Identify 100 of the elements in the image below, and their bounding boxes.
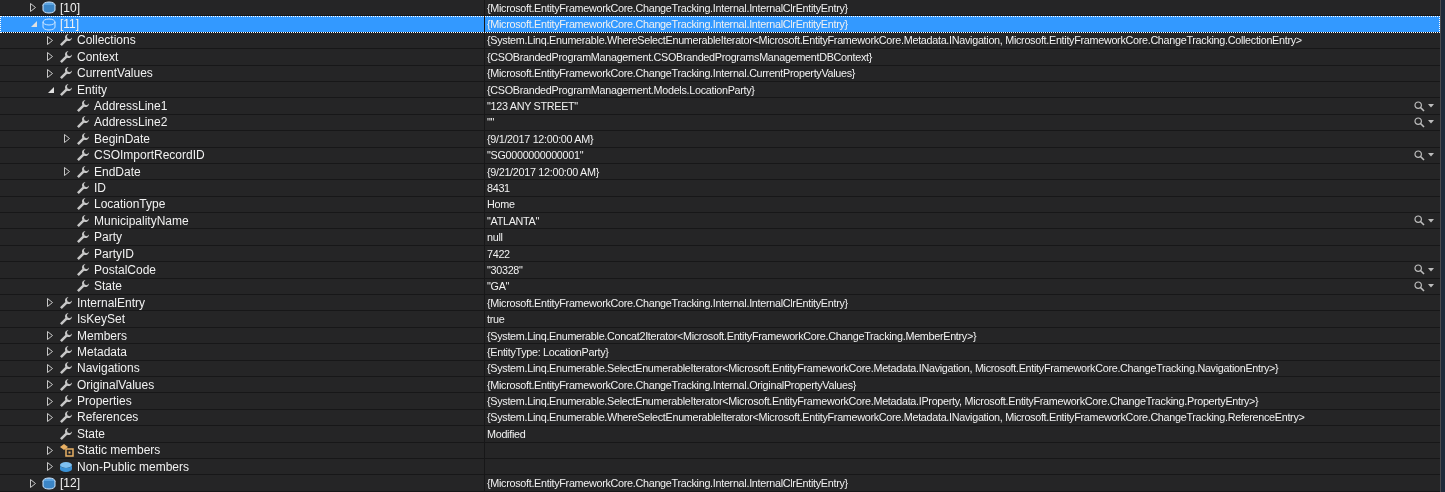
member-value: {System.Linq.Enumerable.WhereSelectEnumerableIterator<Microsoft.EntityFrameworkCore.Metadata.INavigation, Microsoft.EntityFrameworkCore.ChangeTracking.ReferenceEntry> (487, 411, 1305, 424)
member-value: {CSOBrandedProgramManagement.CSOBrandedProgramsManagementDBContext} (487, 50, 872, 63)
wrench-icon (59, 344, 73, 359)
member-name: OriginalValues (77, 377, 155, 392)
member-value: {Microsoft.EntityFrameworkCore.ChangeTracking.Internal.OriginalPropertyValues} (487, 378, 857, 391)
watch-row[interactable]: BeginDate {9/1/2017 12:00:00 AM} (0, 131, 1440, 148)
caret-icon[interactable] (1428, 153, 1434, 158)
search-icon[interactable] (1414, 280, 1425, 292)
collapsed-arrow-icon[interactable] (47, 380, 53, 390)
member-name: Entity (77, 82, 107, 97)
collapsed-arrow-icon[interactable] (47, 331, 53, 340)
search-icon[interactable] (1414, 215, 1425, 227)
member-value: 7422 (487, 247, 510, 260)
wrench-icon (76, 99, 90, 114)
member-name: [12] (60, 476, 80, 490)
watch-row[interactable]: PostalCode "30328" (0, 262, 1440, 279)
watch-row[interactable]: IsKeySet true (0, 311, 1440, 328)
wrench-icon (59, 410, 73, 425)
watch-row[interactable]: ID 8431 (0, 180, 1440, 197)
collapsed-arrow-icon[interactable] (47, 52, 53, 62)
member-value: 8431 (487, 182, 510, 194)
member-name: Members (77, 328, 127, 343)
watch-row[interactable]: Members {System.Linq.Enumerable.Concat2Iterator<Microsoft.EntityFrameworkCore.ChangeTracking.MemberEntry>} (0, 327, 1440, 345)
watch-row[interactable]: Metadata {EntityType: LocationParty} (0, 344, 1440, 361)
wrench-icon (76, 246, 90, 261)
collapsed-arrow-icon[interactable] (47, 363, 53, 373)
collapsed-arrow-icon[interactable] (47, 396, 53, 406)
search-icon[interactable] (1414, 264, 1425, 276)
caret-icon[interactable] (1428, 267, 1434, 272)
collapsed-arrow-icon[interactable] (47, 347, 53, 357)
member-name: EndDate (94, 164, 141, 179)
member-name: State (94, 279, 123, 294)
watch-row[interactable]: InternalEntry {Microsoft.EntityFrameworkCore.ChangeTracking.Internal.InternalClrEntityEntry} (0, 295, 1440, 312)
wrench-icon (59, 312, 73, 327)
member-name: Party (94, 230, 122, 245)
member-value: {System.Linq.Enumerable.Concat2Iterator<Microsoft.EntityFrameworkCore.ChangeTracking.MemberEntry>} (487, 329, 977, 342)
watch-row[interactable]: OriginalValues {Microsoft.EntityFrameworkCore.ChangeTracking.Internal.OriginalPropertyValues} (0, 377, 1440, 394)
collapsed-arrow-icon[interactable] (47, 445, 53, 455)
watch-row[interactable]: Party null (0, 229, 1440, 246)
watch-row[interactable]: LocationType Home (0, 196, 1440, 214)
watch-row[interactable]: Static members (0, 442, 1440, 459)
watch-row[interactable]: CSOImportRecordID "SG0000000000001" (0, 147, 1440, 164)
member-value: Modified (487, 427, 526, 440)
collapsed-arrow-icon[interactable] (47, 68, 53, 78)
watch-row[interactable]: AddressLine2 "" (0, 114, 1440, 132)
wrench-icon (76, 115, 90, 130)
wrench-icon (59, 426, 73, 441)
caret-icon[interactable] (1428, 284, 1434, 289)
member-value: true (487, 313, 505, 326)
member-name: Static members (77, 443, 161, 458)
wrench-icon (59, 394, 73, 409)
member-name: Collections (77, 33, 136, 48)
collapsed-arrow-icon[interactable] (47, 35, 53, 45)
collapsed-arrow-icon[interactable] (47, 462, 53, 472)
watch-row[interactable]: PartyID 7422 (0, 245, 1440, 263)
watch-row[interactable]: State Modified (0, 426, 1440, 443)
collapsed-arrow-icon[interactable] (64, 134, 70, 144)
wrench-icon (59, 49, 73, 64)
watch-row[interactable]: Collections {System.Linq.Enumerable.WhereSelectEnumerableIterator<Microsoft.EntityFrameworkCore.Metadata.INavigation, Microsoft.EntityFrameworkCore.ChangeTracking.CollectionEntry> (0, 32, 1440, 50)
member-name: AddressLine2 (94, 115, 168, 130)
watch-row[interactable]: [12] {Microsoft.EntityFrameworkCore.ChangeTracking.Internal.InternalClrEntityEntry} (0, 475, 1440, 492)
caret-icon[interactable] (1428, 104, 1434, 109)
member-name: Non-Public members (77, 459, 190, 474)
member-name: CurrentValues (77, 66, 153, 81)
collapsed-arrow-icon[interactable] (47, 298, 53, 308)
wrench-icon (59, 361, 73, 376)
member-value: "30328" (487, 263, 523, 276)
collapsed-arrow-icon[interactable] (30, 3, 36, 13)
caret-icon[interactable] (1428, 218, 1434, 223)
collapsed-arrow-icon[interactable] (30, 478, 36, 488)
caret-icon[interactable] (1428, 120, 1434, 125)
watch-row[interactable]: Navigations {System.Linq.Enumerable.SelectEnumerableIterator<Microsoft.EntityFrameworkCore.Metadata.INavigation, Microsoft.EntityFrameworkCore.ChangeTracking.NavigationEntry>} (0, 360, 1440, 377)
member-value: "" (487, 116, 495, 129)
watch-row[interactable]: Entity {CSOBrandedProgramManagement.Models.LocationParty} (0, 81, 1440, 99)
watch-row[interactable]: AddressLine1 "123 ANY STREET" (0, 98, 1440, 115)
search-icon[interactable] (1414, 116, 1425, 128)
watch-row[interactable]: References {System.Linq.Enumerable.WhereSelectEnumerableIterator<Microsoft.EntityFrameworkCore.Metadata.INavigation, Microsoft.EntityFrameworkCore.ChangeTracking.ReferenceEntry> (0, 409, 1440, 427)
search-icon[interactable] (1414, 100, 1425, 112)
watch-row[interactable]: EndDate {9/21/2017 12:00:00 AM} (0, 163, 1440, 181)
watch-row[interactable]: Non-Public members (0, 458, 1440, 476)
watch-row[interactable]: CurrentValues {Microsoft.EntityFrameworkCore.ChangeTracking.Internal.CurrentPropertyValues} (0, 65, 1440, 82)
watch-row[interactable]: State "GA" (0, 278, 1440, 296)
wrench-icon (59, 82, 73, 97)
member-name: Properties (77, 394, 132, 409)
object-icon (42, 17, 56, 31)
member-value: {System.Linq.Enumerable.WhereSelectEnumerableIterator<Microsoft.EntityFrameworkCore.Metadata.INavigation, Microsoft.EntityFrameworkCore.ChangeTracking.CollectionEntry> (487, 34, 1302, 47)
watch-row[interactable]: MunicipalityName "ATLANTA" (0, 213, 1440, 230)
scrollbar[interactable] (1440, 0, 1445, 492)
member-value: Home (487, 198, 515, 211)
member-value: {System.Linq.Enumerable.SelectEnumerableIterator<Microsoft.EntityFrameworkCore.Metadata.IProperty, Microsoft.EntityFrameworkCore.ChangeTracking.PropertyEntry>} (487, 395, 1259, 408)
watch-row[interactable]: Context {CSOBrandedProgramManagement.CSOBrandedProgramsManagementDBContext} (0, 49, 1440, 66)
expanded-arrow-icon[interactable] (47, 85, 55, 94)
collapsed-arrow-icon[interactable] (47, 412, 53, 422)
member-name: BeginDate (94, 131, 151, 146)
search-icon[interactable] (1414, 149, 1425, 161)
member-name: InternalEntry (77, 295, 146, 310)
wrench-icon (76, 230, 90, 245)
object-icon (59, 460, 73, 473)
watch-row[interactable]: Properties {System.Linq.Enumerable.SelectEnumerableIterator<Microsoft.EntityFrameworkCore.Metadata.IProperty, Microsoft.EntityFrameworkCore.ChangeTracking.PropertyEntry>} (0, 393, 1440, 410)
collapsed-arrow-icon[interactable] (64, 167, 70, 177)
